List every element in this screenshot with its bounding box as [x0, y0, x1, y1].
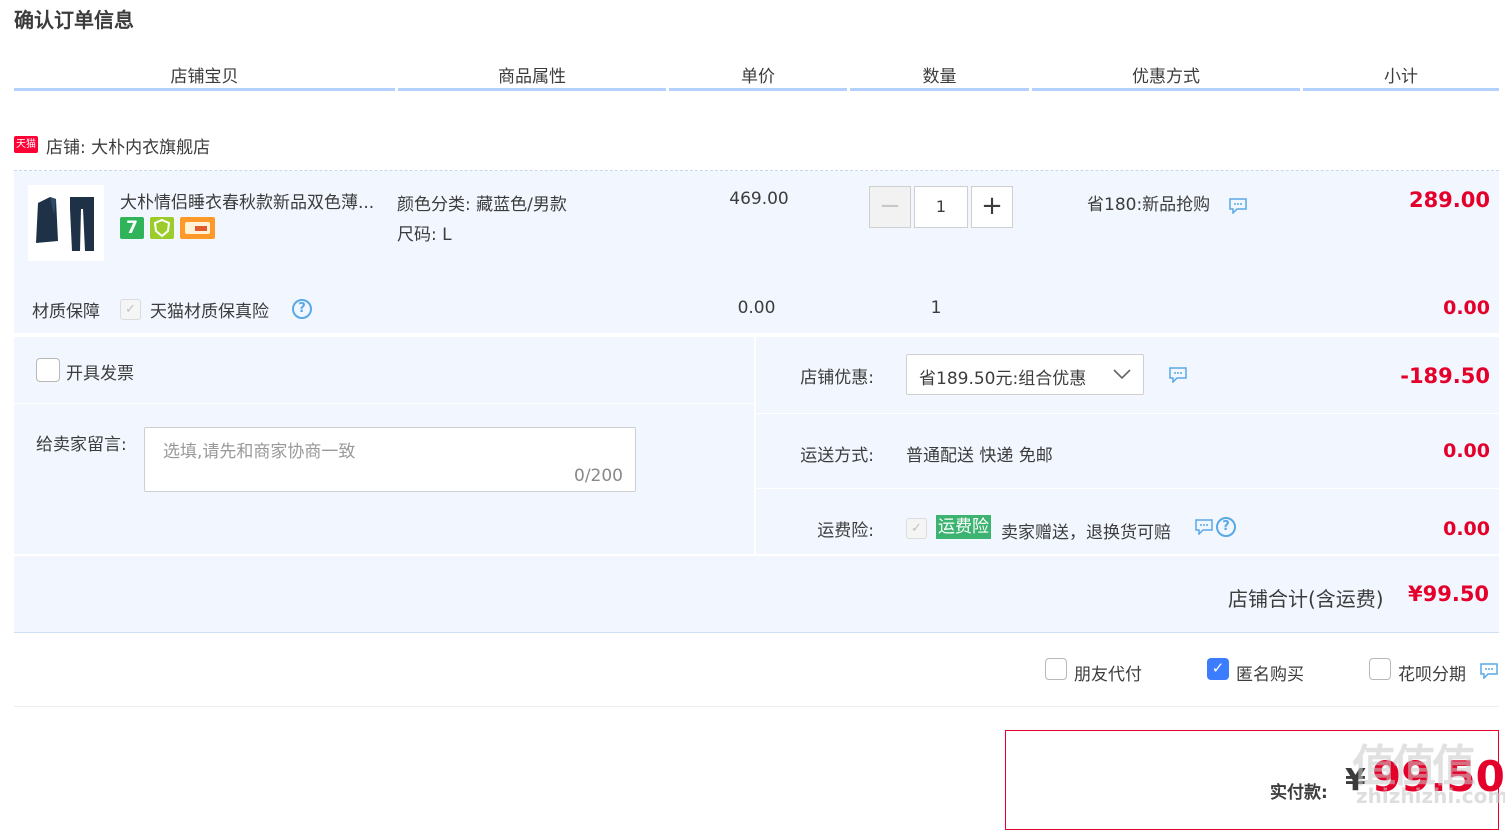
- store-discount-selected: 省189.50元:组合优惠: [919, 369, 1087, 389]
- chevron-down-icon: [1113, 369, 1131, 380]
- huabei-checkbox[interactable]: [1369, 658, 1391, 680]
- shield-badge-icon: [150, 217, 174, 239]
- store-total-label: 店铺合计(含运费): [1228, 587, 1384, 611]
- divider: [14, 706, 1499, 707]
- message-label: 给卖家留言:: [36, 435, 127, 455]
- shipping-value: 普通配送 快递 免邮: [906, 446, 1053, 466]
- quantity-increase-button[interactable]: +: [971, 186, 1013, 228]
- divider: [756, 488, 1499, 489]
- store-discount-select[interactable]: 省189.50元:组合优惠: [906, 354, 1144, 395]
- friend-pay-label: 朋友代付: [1074, 665, 1142, 685]
- insurance-qty: 1: [930, 298, 942, 318]
- chat-bubble-icon[interactable]: [1228, 198, 1248, 219]
- divider: [756, 413, 1499, 414]
- store-name[interactable]: 店铺: 大朴内衣旗舰店: [46, 133, 210, 158]
- watermark-text: zhizhizhi.com: [1356, 784, 1505, 808]
- tmall-badge-icon: 天猫: [14, 136, 38, 153]
- shipping-label: 运送方式:: [800, 446, 874, 466]
- help-icon[interactable]: ?: [1216, 517, 1236, 537]
- message-input[interactable]: 选填,请先和商家协商一致 0/200: [144, 427, 636, 492]
- freight-insurance-checkbox[interactable]: ✓: [906, 518, 927, 539]
- freight-insurance-tag: 运费险: [936, 515, 991, 539]
- store-discount-label: 店铺优惠:: [800, 368, 874, 388]
- message-counter: 0/200: [574, 466, 623, 486]
- message-placeholder: 选填,请先和商家协商一致: [163, 442, 356, 462]
- payment-label: 实付款:: [1270, 783, 1328, 803]
- insurance-label: 材质保障: [32, 302, 100, 322]
- credit-card-icon: [180, 217, 215, 239]
- store-total-amount: ¥99.50: [1408, 582, 1490, 606]
- friend-pay-checkbox[interactable]: [1045, 658, 1067, 680]
- seven-day-return-icon: 7: [120, 217, 144, 239]
- attribute-size: 尺码: L: [397, 225, 452, 245]
- column-header-quantity: 数量: [922, 67, 957, 87]
- item-subtotal: 289.00: [1408, 188, 1490, 212]
- shipping-amount: 0.00: [1443, 440, 1490, 462]
- column-header-unit-price: 单价: [741, 67, 775, 87]
- quantity-decrease-button[interactable]: −: [869, 186, 911, 228]
- insurance-checkbox[interactable]: ✓: [120, 299, 141, 320]
- anonymous-label: 匿名购买: [1236, 665, 1304, 685]
- invoice-label: 开具发票: [66, 364, 134, 384]
- insurance-price: 0.00: [737, 298, 776, 318]
- column-underline: [14, 88, 395, 91]
- freight-insurance-desc: 卖家赠送，退换货可赔: [1001, 523, 1171, 543]
- column-header-attributes: 商品属性: [498, 67, 566, 87]
- divider: [14, 403, 754, 404]
- column-underline: [398, 88, 666, 91]
- insurance-name: 天猫材质保真险: [150, 302, 269, 322]
- product-name[interactable]: 大朴情侣睡衣春秋款新品双色薄...: [120, 188, 374, 213]
- invoice-checkbox[interactable]: [36, 358, 60, 382]
- column-header-store-item: 店铺宝贝: [170, 67, 239, 87]
- huabei-label: 花呗分期: [1398, 665, 1466, 685]
- promo-text: 省180:新品抢购: [1087, 195, 1211, 215]
- column-underline: [850, 88, 1029, 91]
- attribute-color: 颜色分类: 藏蓝色/男款: [397, 195, 567, 215]
- product-image[interactable]: [28, 185, 104, 261]
- column-header-subtotal: 小计: [1384, 67, 1418, 87]
- help-icon[interactable]: ?: [292, 299, 312, 319]
- anonymous-checkbox[interactable]: ✓: [1207, 658, 1229, 680]
- chat-bubble-icon[interactable]: [1168, 367, 1188, 388]
- column-header-discount: 优惠方式: [1132, 67, 1200, 87]
- quantity-input[interactable]: 1: [914, 186, 968, 228]
- insurance-subtotal: 0.00: [1443, 297, 1490, 319]
- store-discount-amount: -189.50: [1400, 364, 1490, 388]
- unit-price: 469.00: [729, 189, 789, 209]
- page-title: 确认订单信息: [14, 8, 134, 32]
- chat-bubble-icon[interactable]: [1479, 663, 1499, 684]
- freight-insurance-amount: 0.00: [1443, 518, 1490, 540]
- column-underline: [1303, 88, 1499, 91]
- chat-bubble-icon[interactable]: [1194, 519, 1214, 540]
- column-underline: [669, 88, 847, 91]
- freight-insurance-label: 运费险:: [817, 521, 874, 541]
- pajama-image-icon: [36, 197, 94, 251]
- column-underline: [1032, 88, 1300, 91]
